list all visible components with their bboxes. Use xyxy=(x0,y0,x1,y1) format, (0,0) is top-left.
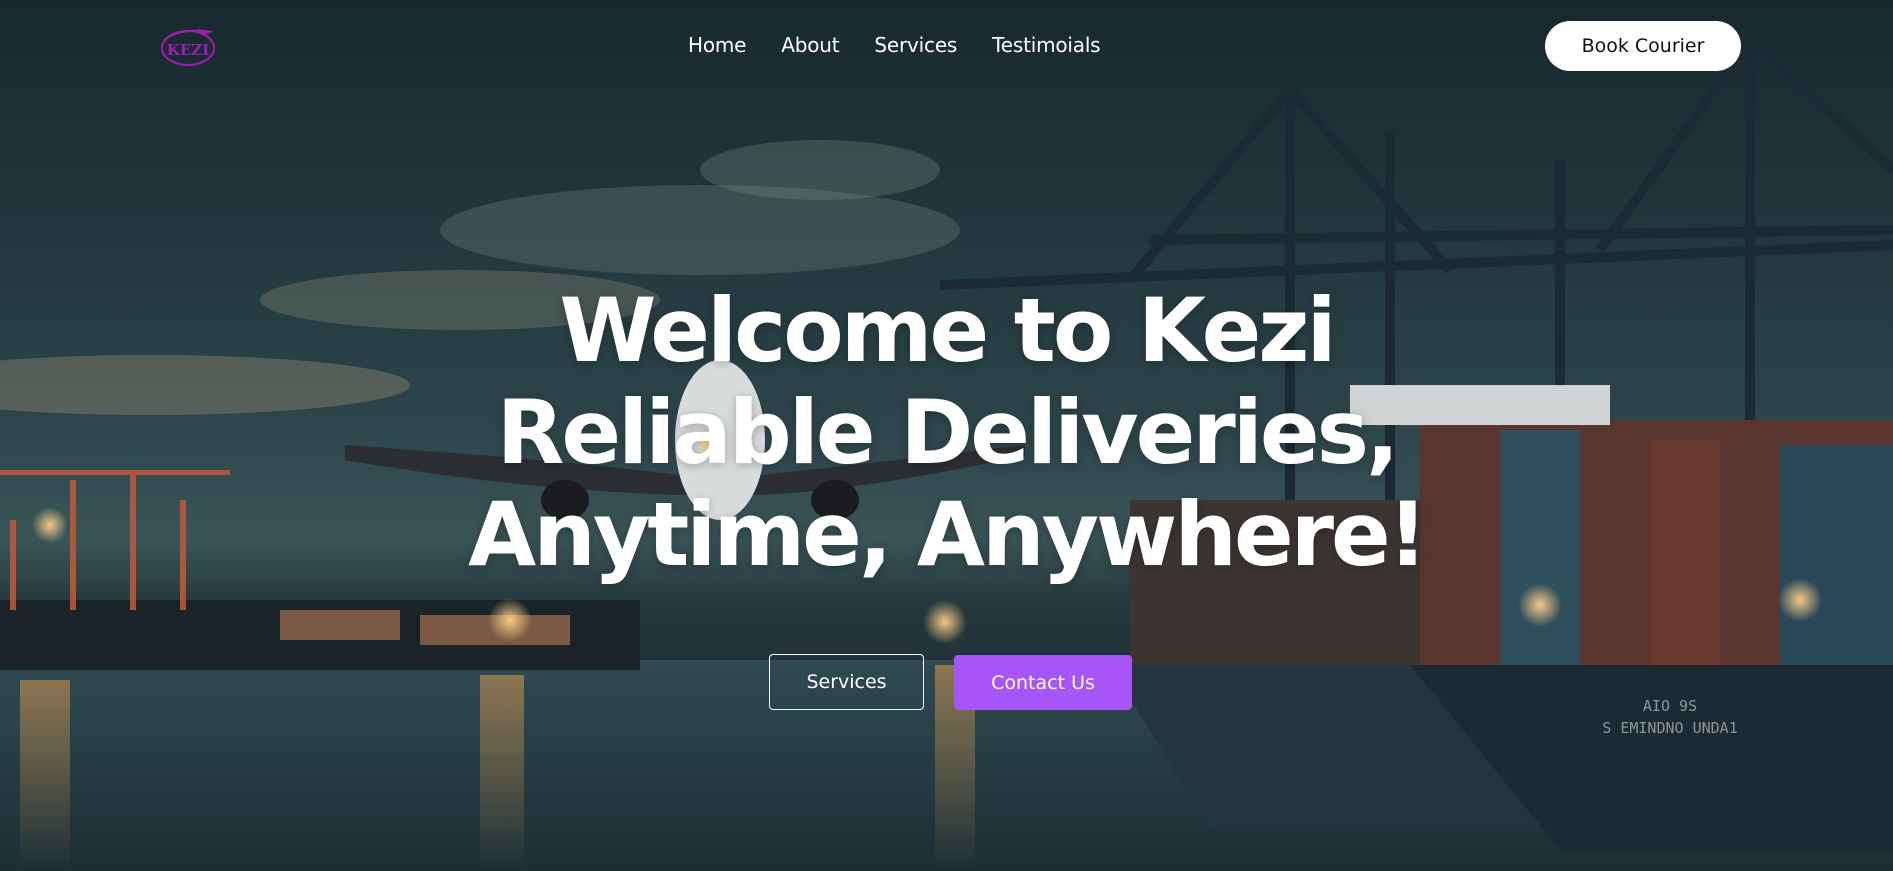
hero-headline: Welcome to Kezi Reliable Deliveries, Any… xyxy=(0,280,1893,586)
ship-hull-text: AIO 9S S EMINDNO UNDA1 xyxy=(1580,695,1760,739)
nav-link-about[interactable]: About xyxy=(781,33,839,57)
nav-links: Home About Services Testimoials xyxy=(688,33,1101,57)
nav-link-services[interactable]: Services xyxy=(874,33,957,57)
nav-link-home[interactable]: Home xyxy=(688,33,746,57)
nav-link-testimonials[interactable]: Testimoials xyxy=(992,33,1100,57)
headline-line-3: Anytime, Anywhere! xyxy=(468,483,1428,586)
services-button[interactable]: Services xyxy=(769,654,924,710)
headline-line-2: Reliable Deliveries, xyxy=(496,381,1400,484)
contact-us-button[interactable]: Contact Us xyxy=(954,655,1132,710)
book-courier-button[interactable]: Book Courier xyxy=(1545,21,1741,71)
logo-text: KEZI xyxy=(167,41,209,59)
ship-hull-line-1: AIO 9S xyxy=(1642,697,1698,715)
hero-section: KEZI Home About Services Testimoials Boo… xyxy=(0,0,1893,871)
kezi-logo[interactable]: KEZI xyxy=(158,22,218,70)
headline-line-1: Welcome to Kezi xyxy=(559,279,1336,382)
top-navigation: KEZI Home About Services Testimoials Boo… xyxy=(0,0,1893,92)
ship-hull-line-2: S EMINDNO UNDA1 xyxy=(1602,719,1738,737)
